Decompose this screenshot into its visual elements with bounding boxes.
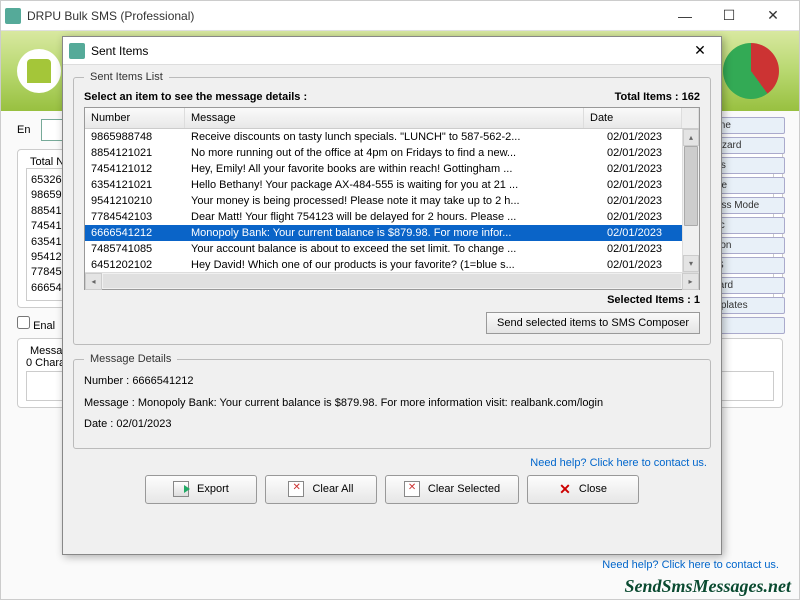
window-controls: — ☐ ✕ xyxy=(663,1,795,31)
table-header: Number Message Date xyxy=(85,108,699,129)
col-number[interactable]: Number xyxy=(85,108,185,128)
table-rows: 9865988748Receive discounts on tasty lun… xyxy=(85,129,699,272)
table-row[interactable]: 7454121012Hey, Emily! All your favorite … xyxy=(85,161,699,177)
cell-message: Your money is being processed! Please no… xyxy=(185,193,601,209)
detail-number-label: Number : xyxy=(84,373,129,391)
clear-all-button[interactable]: Clear All xyxy=(265,475,377,504)
cell-message: Your account balance is about to exceed … xyxy=(185,241,601,257)
cell-message: Hello Bethany! Your package AX-484-555 i… xyxy=(185,177,601,193)
col-date[interactable]: Date xyxy=(584,108,682,128)
sent-items-dialog: Sent Items ✕ Sent Items List Select an i… xyxy=(62,36,722,555)
dialog-titlebar: Sent Items ✕ xyxy=(63,37,721,65)
en-label: En xyxy=(17,124,41,136)
clear-selected-icon xyxy=(404,481,420,497)
android-badge xyxy=(17,49,61,93)
app-icon xyxy=(5,8,21,24)
enable-checkbox[interactable] xyxy=(17,316,30,329)
sent-items-list-fieldset: Sent Items List Select an item to see th… xyxy=(73,71,711,345)
dialog-icon xyxy=(69,43,85,59)
pie-chart-icon xyxy=(723,43,779,99)
dialog-button-row: Export Clear All Clear Selected ✕Close xyxy=(73,475,711,512)
cell-number: 8854121021 xyxy=(85,145,185,161)
main-help-link[interactable]: Need help? Click here to contact us. xyxy=(602,559,779,571)
scroll-right-arrow[interactable]: ▸ xyxy=(682,273,699,290)
cell-number: 7485741085 xyxy=(85,241,185,257)
table-row[interactable]: 7485741085Your account balance is about … xyxy=(85,241,699,257)
table-row[interactable]: 6666541212Monopoly Bank: Your current ba… xyxy=(85,225,699,241)
sent-items-list-legend: Sent Items List xyxy=(84,71,169,83)
total-items-label: Total Items : 162 xyxy=(615,91,700,103)
enable-label: Enal xyxy=(33,320,55,332)
table-row[interactable]: 9541210210Your money is being processed!… xyxy=(85,193,699,209)
vertical-scrollbar[interactable]: ▴ ▾ xyxy=(682,129,699,272)
minimize-button[interactable]: — xyxy=(663,1,707,31)
scroll-down-arrow[interactable]: ▾ xyxy=(683,255,699,272)
cell-number: 9541210210 xyxy=(85,193,185,209)
cell-message: Hey, Emily! All your favorite books are … xyxy=(185,161,601,177)
cell-message: Receive discounts on tasty lunch special… xyxy=(185,129,601,145)
send-to-composer-button[interactable]: Send selected items to SMS Composer xyxy=(486,312,700,334)
detail-message-value: Monopoly Bank: Your current balance is $… xyxy=(138,397,603,409)
list-instruction: Select an item to see the message detail… xyxy=(84,91,307,103)
cell-number: 6354121021 xyxy=(85,177,185,193)
scroll-thumb-v[interactable] xyxy=(684,146,698,226)
app-title: DRPU Bulk SMS (Professional) xyxy=(27,9,663,23)
maximize-button[interactable]: ☐ xyxy=(707,1,751,31)
close-icon: ✕ xyxy=(559,481,571,498)
cell-number: 6451202102 xyxy=(85,257,185,272)
export-icon xyxy=(173,481,189,497)
cell-message: No more running out of the office at 4pm… xyxy=(185,145,601,161)
dialog-title: Sent Items xyxy=(91,44,685,58)
col-scroll-spacer xyxy=(682,108,699,128)
horizontal-scrollbar[interactable]: ◂ ▸ xyxy=(85,272,699,289)
dialog-close-icon[interactable]: ✕ xyxy=(685,42,715,59)
close-button[interactable]: ✕Close xyxy=(527,475,639,504)
detail-message-label: Message : xyxy=(84,395,135,413)
scroll-left-arrow[interactable]: ◂ xyxy=(85,273,102,290)
cell-number: 7454121012 xyxy=(85,161,185,177)
scroll-thumb-h[interactable] xyxy=(103,274,681,288)
selected-items-count: Selected Items : 1 xyxy=(84,294,700,306)
dialog-help-link[interactable]: Need help? Click here to contact us. xyxy=(77,457,707,469)
table-row[interactable]: 6354121021Hello Bethany! Your package AX… xyxy=(85,177,699,193)
cell-message: Hey David! Which one of our products is … xyxy=(185,257,601,272)
close-button[interactable]: ✕ xyxy=(751,1,795,31)
detail-number-value: 6666541212 xyxy=(132,375,193,387)
cell-number: 6666541212 xyxy=(85,225,185,241)
watermark: SendSmsMessages.net xyxy=(624,576,791,597)
cell-message: Dear Matt! Your flight 754123 will be de… xyxy=(185,209,601,225)
table-row[interactable]: 9865988748Receive discounts on tasty lun… xyxy=(85,129,699,145)
cell-number: 7784542103 xyxy=(85,209,185,225)
cell-number: 9865988748 xyxy=(85,129,185,145)
message-details-legend: Message Details xyxy=(84,353,177,365)
detail-date-label: Date : xyxy=(84,416,113,434)
message-details-fieldset: Message Details Number : 6666541212 Mess… xyxy=(73,353,711,449)
export-button[interactable]: Export xyxy=(145,475,257,504)
sent-items-table[interactable]: Number Message Date 9865988748Receive di… xyxy=(84,107,700,290)
table-row[interactable]: 7784542103Dear Matt! Your flight 754123 … xyxy=(85,209,699,225)
col-message[interactable]: Message xyxy=(185,108,584,128)
main-titlebar: DRPU Bulk SMS (Professional) — ☐ ✕ xyxy=(1,1,799,31)
cell-message: Monopoly Bank: Your current balance is $… xyxy=(185,225,601,241)
clear-selected-button[interactable]: Clear Selected xyxy=(385,475,519,504)
table-row[interactable]: 6451202102Hey David! Which one of our pr… xyxy=(85,257,699,272)
scroll-up-arrow[interactable]: ▴ xyxy=(683,129,699,146)
table-row[interactable]: 8854121021No more running out of the off… xyxy=(85,145,699,161)
detail-date-value: 02/01/2023 xyxy=(116,418,171,430)
clear-all-icon xyxy=(288,481,304,497)
